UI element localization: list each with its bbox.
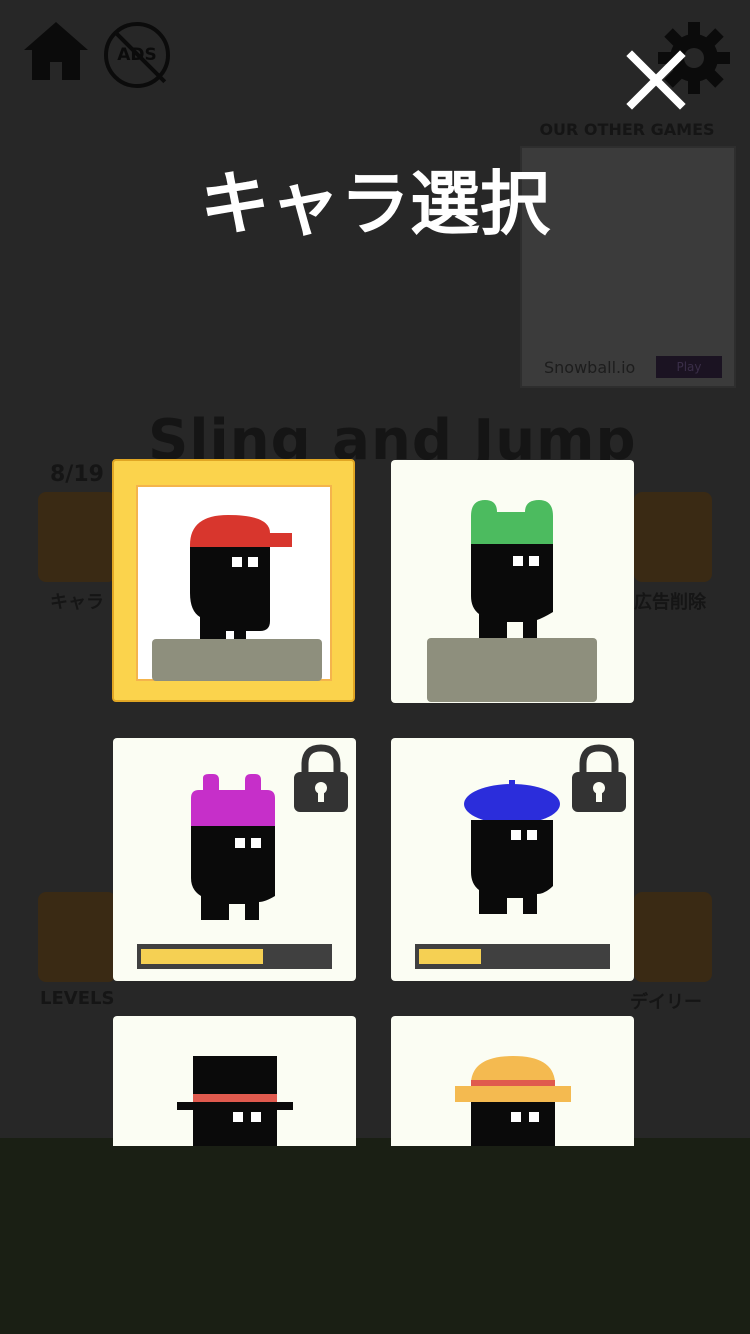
lock-icon: [294, 744, 348, 812]
unlock-progress-fill: [141, 949, 263, 964]
character-top-hat-icon: [177, 1056, 293, 1146]
unlock-progress-fill: [419, 949, 481, 964]
character-grid: [0, 0, 750, 1146]
character-red-cap-icon: [190, 515, 292, 639]
pedestal: [427, 638, 597, 702]
unlock-progress-bar: [415, 944, 610, 969]
character-straw-hat-icon: [455, 1056, 571, 1146]
character-card-straw-hat[interactable]: [391, 1016, 634, 1146]
character-card-red-cap[interactable]: [112, 459, 355, 702]
pedestal: [152, 639, 322, 681]
character-card-top-hat[interactable]: [113, 1016, 356, 1146]
ground-strip: [0, 1138, 750, 1334]
character-card-beret[interactable]: [391, 738, 634, 981]
character-beret-icon: [464, 780, 560, 914]
character-frog-hat-icon: [471, 500, 553, 638]
unlock-progress-bar: [137, 944, 332, 969]
character-card-bunny-ears[interactable]: [113, 738, 356, 981]
character-card-frog-hat[interactable]: [391, 460, 634, 703]
character-bunny-ears-icon: [191, 774, 275, 920]
lock-icon: [572, 744, 626, 812]
